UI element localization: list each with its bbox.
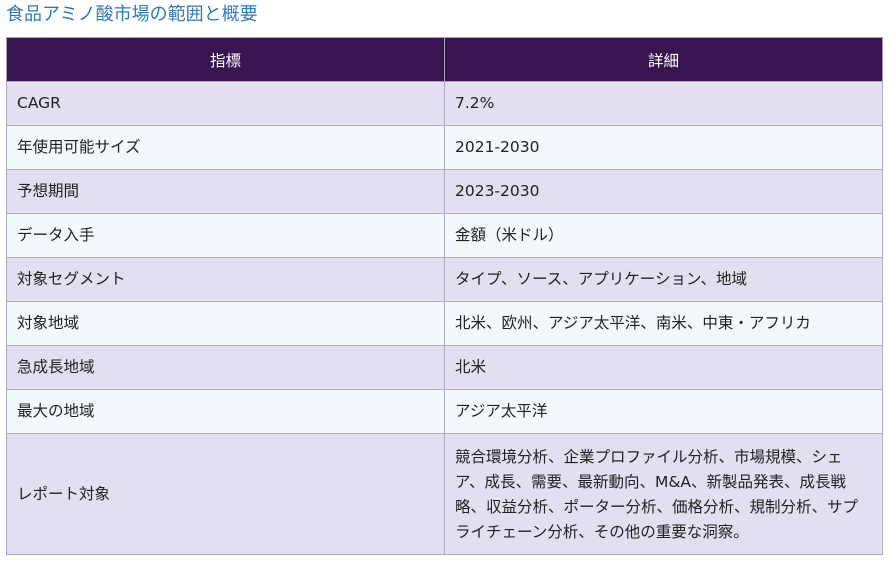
row-label: データ入手 (6, 213, 445, 258)
table-row: データ入手 金額（米ドル） (6, 213, 883, 258)
page-title: 食品アミノ酸市場の範囲と概要 (6, 4, 258, 25)
column-header-details: 詳細 (444, 37, 883, 82)
table-row: 急成長地域 北米 (6, 345, 883, 390)
row-label: 対象地域 (6, 301, 445, 346)
row-label: CAGR (6, 81, 445, 126)
row-label: 年使用可能サイズ (6, 125, 445, 170)
market-scope-table: 指標 詳細 CAGR 7.2% 年使用可能サイズ 2021-2030 予想期間 … (6, 37, 883, 555)
row-value: 金額（米ドル） (444, 213, 883, 258)
table-row: 対象地域 北米、欧州、アジア太平洋、南米、中東・アフリカ (6, 301, 883, 346)
row-value: 北米 (444, 345, 883, 390)
row-value: タイプ、ソース、アプリケーション、地域 (444, 257, 883, 302)
table-row: 対象セグメント タイプ、ソース、アプリケーション、地域 (6, 257, 883, 302)
row-value: 2021-2030 (444, 125, 883, 170)
table-row: 年使用可能サイズ 2021-2030 (6, 125, 883, 170)
row-value: 7.2% (444, 81, 883, 126)
row-value: 競合環境分析、企業プロファイル分析、市場規模、シェア、成長、需要、最新動向、M&… (444, 433, 883, 555)
table-row: レポート対象 競合環境分析、企業プロファイル分析、市場規模、シェア、成長、需要、… (6, 433, 883, 555)
row-label: 最大の地域 (6, 389, 445, 434)
column-header-metric: 指標 (6, 37, 445, 82)
row-label: 予想期間 (6, 169, 445, 214)
table-row: 予想期間 2023-2030 (6, 169, 883, 214)
table-header-row: 指標 詳細 (6, 37, 883, 82)
row-label: レポート対象 (6, 433, 445, 555)
table-row: CAGR 7.2% (6, 81, 883, 126)
row-value: 2023-2030 (444, 169, 883, 214)
row-value: アジア太平洋 (444, 389, 883, 434)
row-value: 北米、欧州、アジア太平洋、南米、中東・アフリカ (444, 301, 883, 346)
row-label: 急成長地域 (6, 345, 445, 390)
row-label: 対象セグメント (6, 257, 445, 302)
table-row: 最大の地域 アジア太平洋 (6, 389, 883, 434)
